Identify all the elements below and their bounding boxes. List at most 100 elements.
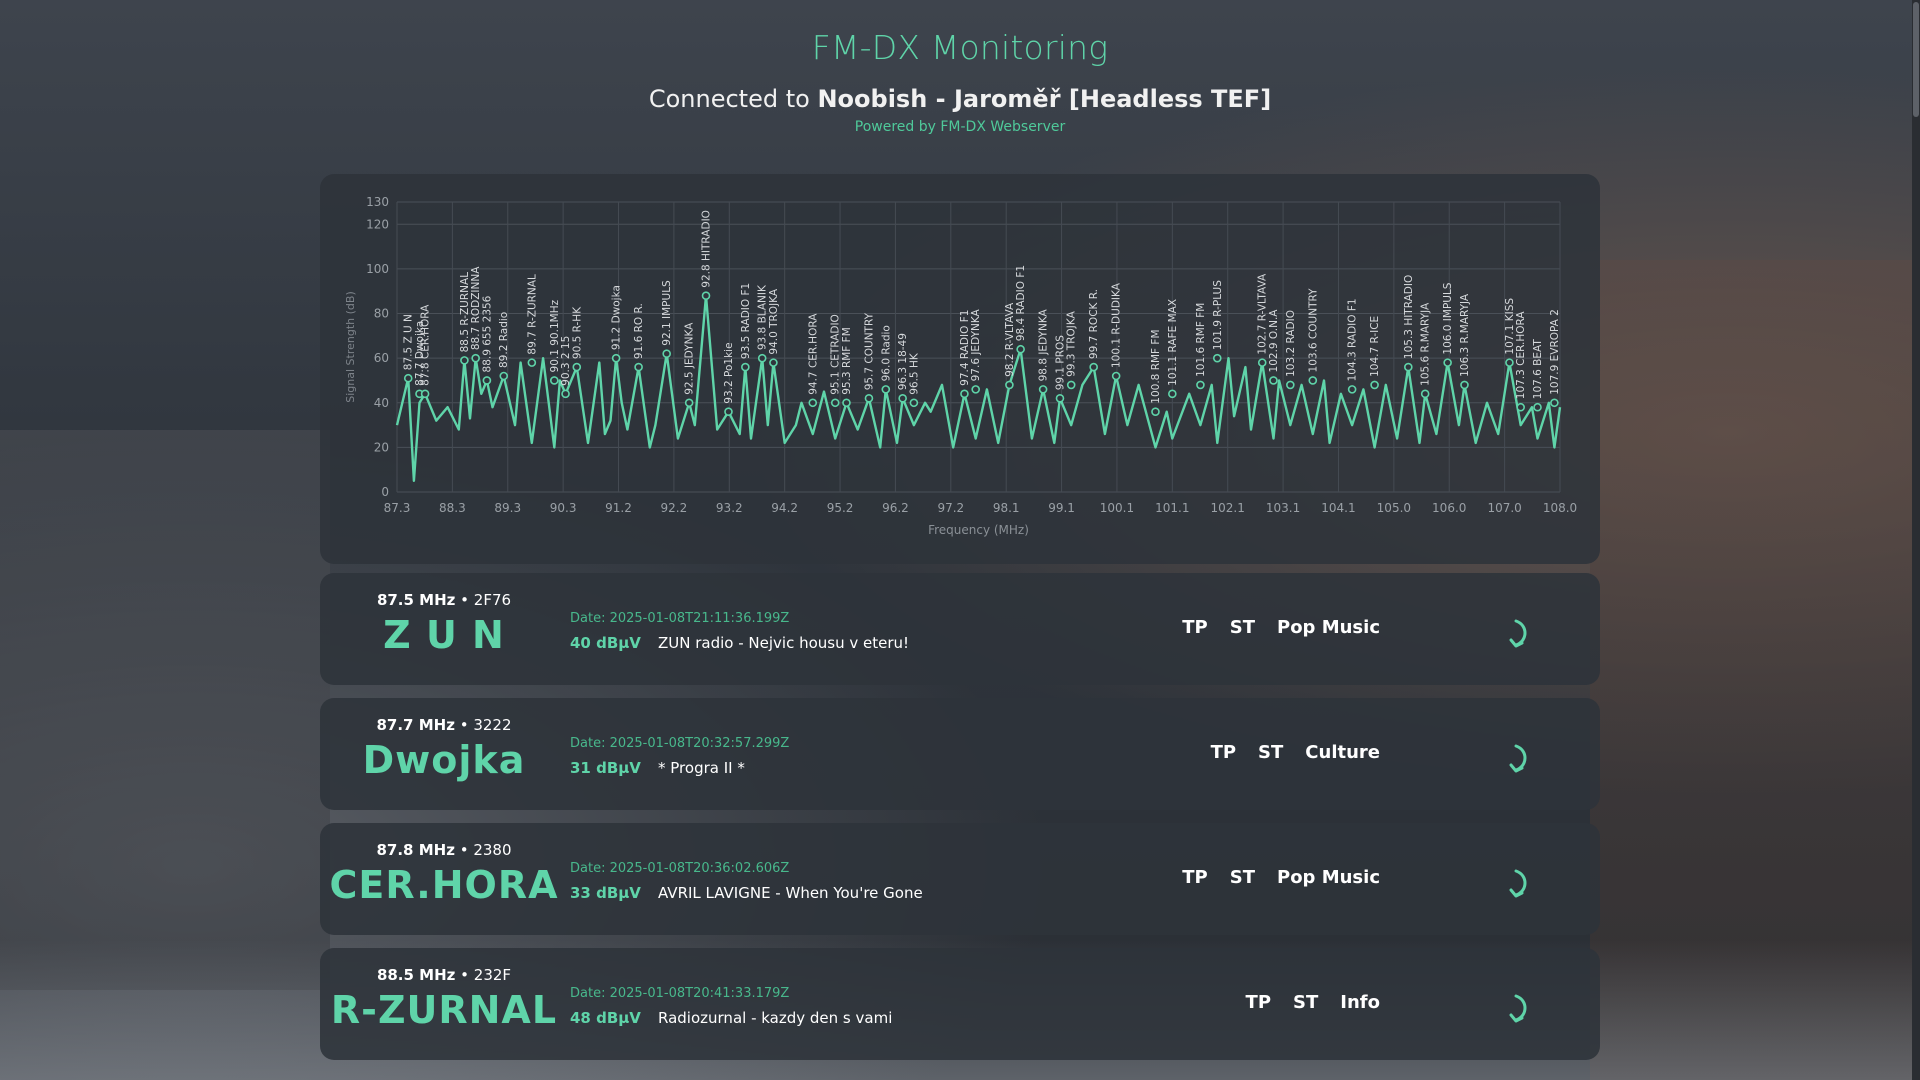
peak-label: 103.6 COUNTRY: [1307, 288, 1319, 373]
peak-label: 107.3 CER.HORA: [1515, 311, 1527, 400]
x-tick-label: 103.1: [1266, 501, 1300, 515]
station-flags: TP ST Pop Music: [1140, 823, 1380, 935]
peak-marker: [561, 389, 570, 399]
station-info: Date: 2025-01-08T21:11:36.199Z 40 dBµV Z…: [570, 573, 1130, 685]
powered-by-link[interactable]: Powered by FM-DX Webserver: [0, 119, 1920, 135]
y-tick-label: 20: [374, 440, 389, 454]
x-tick-label: 91.2: [605, 501, 632, 515]
station-id-block: 88.5 MHz • 232F R-ZURNAL: [320, 948, 568, 1060]
peak-marker: [1370, 380, 1379, 390]
peak-label: 104.7 R-ICE: [1369, 316, 1381, 377]
pty-label: Pop Music: [1277, 867, 1380, 888]
station-row[interactable]: 87.5 MHz • 2F76 Z U N Date: 2025-01-08T2…: [320, 573, 1600, 685]
peak-label: 105.6 R.MARYJA: [1420, 302, 1432, 386]
station-flags: TP ST Info: [1140, 948, 1380, 1060]
station-row[interactable]: 87.8 MHz • 2380 CER.HORA Date: 2025-01-0…: [320, 823, 1600, 935]
x-tick-label: 93.2: [716, 501, 743, 515]
station-ps-name: Z U N: [383, 613, 505, 657]
x-tick-label: 96.2: [882, 501, 909, 515]
x-tick-label: 101.1: [1155, 501, 1189, 515]
peak-label: 102.9 O.N.A: [1268, 309, 1280, 373]
peak-marker: [701, 291, 711, 300]
peak-label: 100.8 RMF FM: [1150, 329, 1162, 403]
peak-label: 100.1 R-DUDIKA: [1111, 282, 1123, 368]
peak-label: 90.3 2 15: [560, 336, 572, 386]
st-flag: ST: [1229, 617, 1255, 638]
x-axis-label: Frequency (MHz): [928, 523, 1029, 537]
page-scrollbar[interactable]: [1912, 0, 1920, 1080]
separator-dot: •: [454, 841, 474, 859]
peak-label: 97.4 RADIO F1: [959, 310, 971, 386]
station-id-block: 87.5 MHz • 2F76 Z U N: [320, 573, 568, 685]
station-pi-code: 2F76: [473, 591, 512, 609]
station-signal: 31 dBµV: [570, 759, 641, 777]
x-tick-label: 106.0: [1432, 501, 1466, 515]
page-title: FM-DX Monitoring: [811, 28, 1109, 67]
st-flag: ST: [1258, 742, 1284, 763]
peak-label: 103.2 RADIO: [1285, 310, 1297, 377]
peak-label: 96.5 HK: [908, 352, 920, 395]
page-header: FM-DX Monitoring Connected to Noobish - …: [0, 0, 1920, 135]
station-row[interactable]: 88.5 MHz • 232F R-ZURNAL Date: 2025-01-0…: [320, 948, 1600, 1060]
peak-label: 92.8 HITRADIO: [701, 210, 713, 288]
server-name: Noobish - Jaroměř [Headless TEF]: [817, 85, 1272, 113]
peak-label: 107.6 BEAT: [1532, 339, 1544, 400]
station-signal: 40 dBµV: [570, 634, 641, 652]
peak-label: 92.1 IMPULS: [661, 280, 673, 346]
refresh-arrow-icon[interactable]: [1508, 992, 1530, 1024]
x-tick-label: 104.1: [1321, 501, 1355, 515]
station-frequency: 88.5 MHz: [376, 966, 456, 984]
refresh-arrow-icon[interactable]: [1508, 617, 1530, 649]
peak-marker: [572, 362, 582, 372]
station-frequency: 87.5 MHz: [376, 591, 456, 609]
peak-marker: [1055, 394, 1065, 403]
peak-marker: [471, 353, 480, 363]
peak-label: 107.9 EVROPA 2: [1549, 309, 1561, 395]
peak-label: 98.4 RADIO F1: [1015, 265, 1027, 341]
peak-marker: [634, 362, 643, 372]
peak-label: 89.2 Radio: [498, 312, 510, 368]
peak-marker: [482, 376, 492, 385]
peak-marker: [684, 398, 694, 408]
connected-prefix: Connected to: [648, 85, 810, 113]
connection-status: Connected to Noobish - Jaroměř [Headless…: [0, 85, 1920, 113]
st-flag: ST: [1229, 867, 1255, 888]
refresh-arrow-icon[interactable]: [1508, 867, 1530, 899]
refresh-arrow-icon[interactable]: [1508, 742, 1530, 774]
x-tick-label: 97.2: [937, 501, 964, 515]
st-flag: ST: [1293, 992, 1319, 1013]
scrollbar-thumb[interactable]: [1913, 2, 1919, 117]
peak-label: 90.1 90.1MHz: [549, 299, 561, 372]
peak-label: 104.3 RADIO F1: [1347, 298, 1359, 381]
station-info: Date: 2025-01-08T20:32:57.299Z 31 dBµV *…: [570, 698, 1130, 810]
x-tick-label: 87.3: [384, 501, 411, 515]
station-pi-code: 2380: [473, 841, 512, 859]
x-tick-label: 107.0: [1487, 501, 1521, 515]
station-id-block: 87.7 MHz • 3222 Dwojka: [320, 698, 568, 810]
peak-label: 101.1 RAFE MAX: [1167, 299, 1179, 386]
peak-marker: [1111, 371, 1121, 381]
peak-label: 106.3 R.MARYJA: [1459, 293, 1471, 377]
peak-label: 92.5 JEDYNKA: [684, 322, 696, 395]
peak-marker: [842, 398, 851, 408]
peak-label: 93.5 RADIO F1: [740, 283, 752, 359]
tp-flag: TP: [1245, 992, 1272, 1013]
peak-marker: [1066, 380, 1076, 390]
peak-marker: [1516, 402, 1525, 412]
peak-marker: [1089, 362, 1098, 372]
peak-label: 98.2 R-VLTAVA: [1004, 302, 1016, 377]
separator-dot: •: [455, 591, 474, 609]
y-tick-label: 0: [381, 485, 389, 499]
station-radiotext: ZUN radio - Nejvic housu v eteru!: [658, 634, 910, 652]
peak-label: 98.8 JEDYNKA: [1038, 308, 1050, 381]
station-row[interactable]: 87.7 MHz • 3222 Dwojka Date: 2025-01-08T…: [320, 698, 1600, 810]
peak-label: 88.9 655 2356: [481, 295, 493, 372]
separator-dot: •: [455, 966, 474, 984]
station-id-block: 87.8 MHz • 2380 CER.HORA: [320, 823, 568, 935]
peak-label: 90.5 R-HK: [571, 306, 583, 359]
y-tick-label: 60: [374, 351, 389, 365]
pty-label: Pop Music: [1277, 617, 1380, 638]
peak-marker: [1550, 398, 1559, 408]
station-info: Date: 2025-01-08T20:41:33.179Z 48 dBµV R…: [570, 948, 1130, 1060]
peak-label: 94.0 TROJKA: [768, 288, 780, 354]
